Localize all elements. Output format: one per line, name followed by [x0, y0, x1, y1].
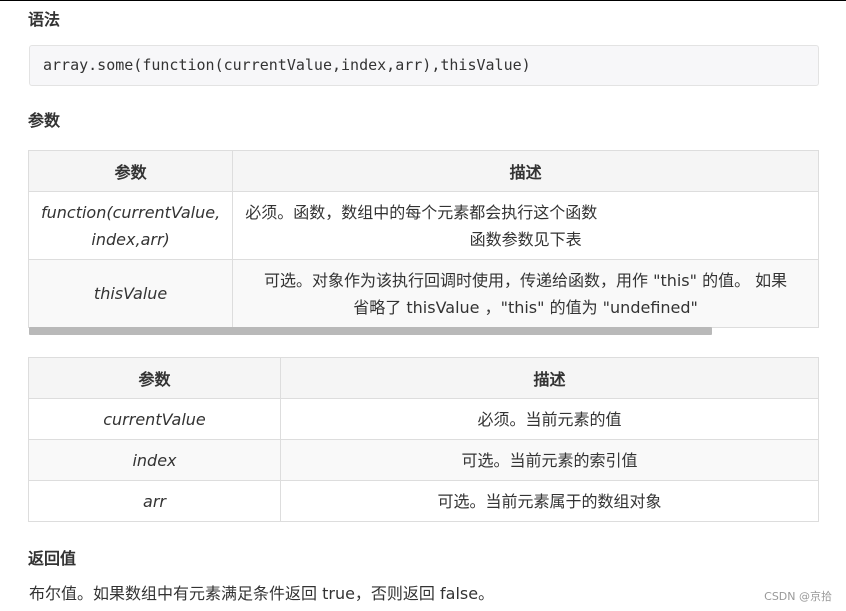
param-cell: currentValue: [28, 398, 281, 440]
param-cell: index: [28, 439, 281, 481]
params-table: 参数 描述 function(currentValue, index,arr) …: [27, 150, 819, 328]
table-row: arr 可选。当前元素属于的数组对象: [28, 480, 819, 522]
column-header-param: 参数: [28, 357, 281, 399]
table-row: thisValue 可选。对象作为该执行回调时使用，传递给函数，用作 "this…: [27, 259, 819, 328]
column-header-desc: 描述: [280, 357, 819, 399]
param-cell: function(currentValue, index,arr): [27, 191, 234, 260]
desc-line1: 必须。函数，数组中的每个元素都会执行这个函数: [245, 202, 598, 222]
param-name-line2: index,arr): [91, 229, 170, 249]
horizontal-scrollbar[interactable]: [29, 327, 712, 335]
table-header-row: 参数 描述: [27, 150, 819, 192]
desc-cell: 必须。当前元素的值: [280, 398, 819, 440]
desc-cell: 可选。当前元素属于的数组对象: [280, 480, 819, 522]
table-header-row: 参数 描述: [28, 357, 819, 399]
table-row: index 可选。当前元素的索引值: [28, 439, 819, 481]
returns-text: 布尔值。如果数组中有元素满足条件返回 true，否则返回 false。: [29, 584, 495, 603]
top-border: [0, 0, 846, 1]
desc-cell: 可选。当前元素的索引值: [280, 439, 819, 481]
desc-line1: 可选。对象作为该执行回调时使用，传递给函数，用作 "this" 的值。 如果: [264, 270, 788, 290]
param-cell: arr: [28, 480, 281, 522]
desc-cell: 必须。函数，数组中的每个元素都会执行这个函数 函数参数见下表: [232, 191, 819, 260]
params-heading: 参数: [28, 111, 61, 130]
watermark: CSDN @京拾: [764, 590, 832, 603]
desc-line2: 省略了 thisValue ，"this" 的值为 "undefined": [353, 297, 698, 317]
syntax-code-block: array.some(function(currentValue,index,a…: [29, 45, 819, 86]
table-row: function(currentValue, index,arr) 必须。函数，…: [27, 191, 819, 260]
desc-cell: 可选。对象作为该执行回调时使用，传递给函数，用作 "this" 的值。 如果 省…: [232, 259, 819, 328]
desc-line2: 函数参数见下表: [469, 229, 582, 249]
column-header-desc: 描述: [232, 150, 819, 192]
callback-params-table: 参数 描述 currentValue 必须。当前元素的值 index 可选。当前…: [28, 357, 819, 522]
column-header-param: 参数: [27, 150, 234, 192]
param-name-line1: function(currentValue,: [41, 202, 221, 222]
table-row: currentValue 必须。当前元素的值: [28, 398, 819, 440]
returns-heading: 返回值: [28, 549, 77, 568]
syntax-heading: 语法: [28, 10, 61, 29]
param-cell: thisValue: [27, 259, 234, 328]
